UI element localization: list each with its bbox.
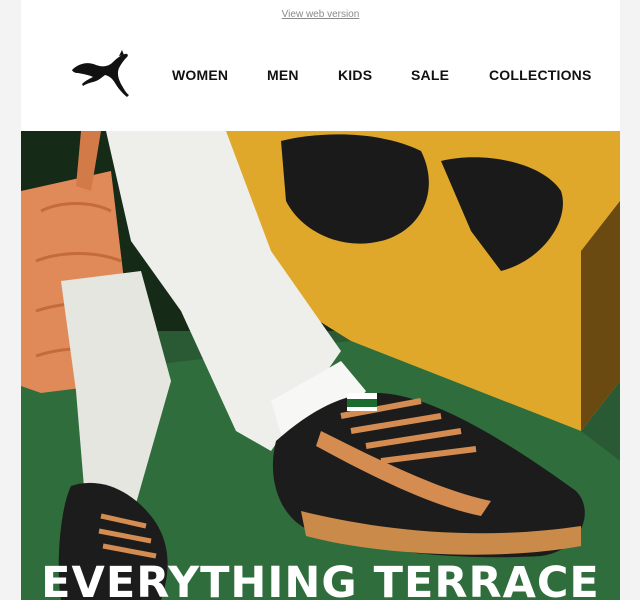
nav-item-women[interactable]: WOMEN [172, 67, 228, 83]
nav-item-kids[interactable]: KIDS [338, 67, 372, 83]
nav-item-sale[interactable]: SALE [411, 67, 449, 83]
view-web-version-link[interactable]: View web version [21, 9, 620, 20]
nav-item-collections[interactable]: COLLECTIONS [489, 67, 592, 83]
email-container: View web version WOMEN MEN KIDS SALE COL… [21, 0, 620, 600]
main-nav: WOMEN MEN KIDS SALE COLLECTIONS [21, 67, 620, 85]
hero-headline: EVERYTHING TERRACE [41, 558, 600, 600]
hero-image[interactable] [21, 131, 620, 600]
nav-item-men[interactable]: MEN [267, 67, 299, 83]
